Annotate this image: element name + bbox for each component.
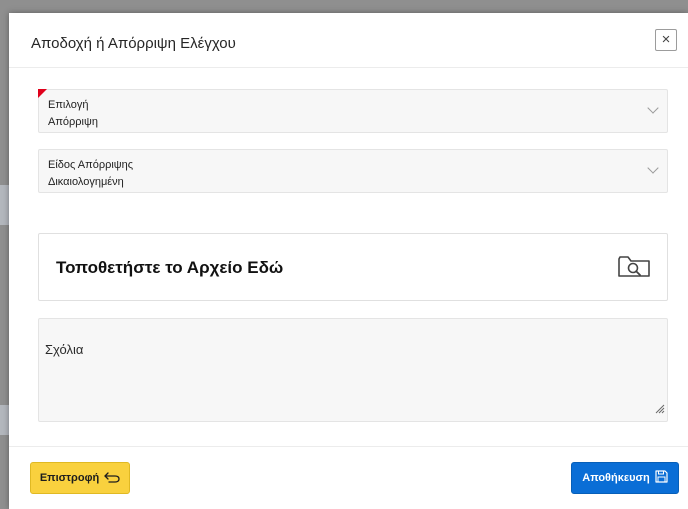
rejection-type-label: Είδος Απόρριψης <box>48 159 134 171</box>
back-button[interactable]: Επιστροφή <box>30 462 130 494</box>
rejection-type-value: Δικαιολογημένη <box>48 176 124 188</box>
comments-textarea[interactable]: Σχόλια <box>38 318 668 422</box>
accept-reject-dialog: Αποδοχή ή Απόρριψη Ελέγχου × Επιλογή Από… <box>9 13 688 509</box>
option-value: Απόρριψη <box>48 116 98 128</box>
chevron-down-icon <box>647 162 659 174</box>
floppy-disk-icon <box>655 470 668 486</box>
dialog-title: Αποδοχή ή Απόρριψη Ελέγχου <box>31 35 236 52</box>
dropzone-text: Τοποθετήστε το Αρχείο Εδώ <box>56 258 284 277</box>
resize-handle-icon[interactable] <box>655 401 665 419</box>
save-button[interactable]: Αποθήκευση <box>571 462 679 494</box>
required-marker <box>38 89 47 98</box>
undo-arrow-icon <box>104 471 120 486</box>
dialog-footer: Επιστροφή Αποθήκευση <box>9 446 688 509</box>
dialog-body: Επιλογή Απόρριψη Είδος Απόρριψης Δικαιολ… <box>9 68 688 446</box>
folder-search-icon <box>617 254 651 285</box>
close-button[interactable]: × <box>655 29 677 51</box>
option-select[interactable]: Επιλογή Απόρριψη <box>38 89 668 133</box>
option-label: Επιλογή <box>48 99 89 111</box>
rejection-type-select[interactable]: Είδος Απόρριψης Δικαιολογημένη <box>38 149 668 193</box>
save-button-label: Αποθήκευση <box>582 472 650 484</box>
chevron-down-icon <box>647 102 659 114</box>
back-button-label: Επιστροφή <box>39 472 100 484</box>
file-dropzone[interactable]: Τοποθετήστε το Αρχείο Εδώ <box>38 233 668 301</box>
comments-placeholder: Σχόλια <box>45 342 84 357</box>
close-icon: × <box>661 31 671 48</box>
dialog-header: Αποδοχή ή Απόρριψη Ελέγχου × <box>9 13 688 68</box>
